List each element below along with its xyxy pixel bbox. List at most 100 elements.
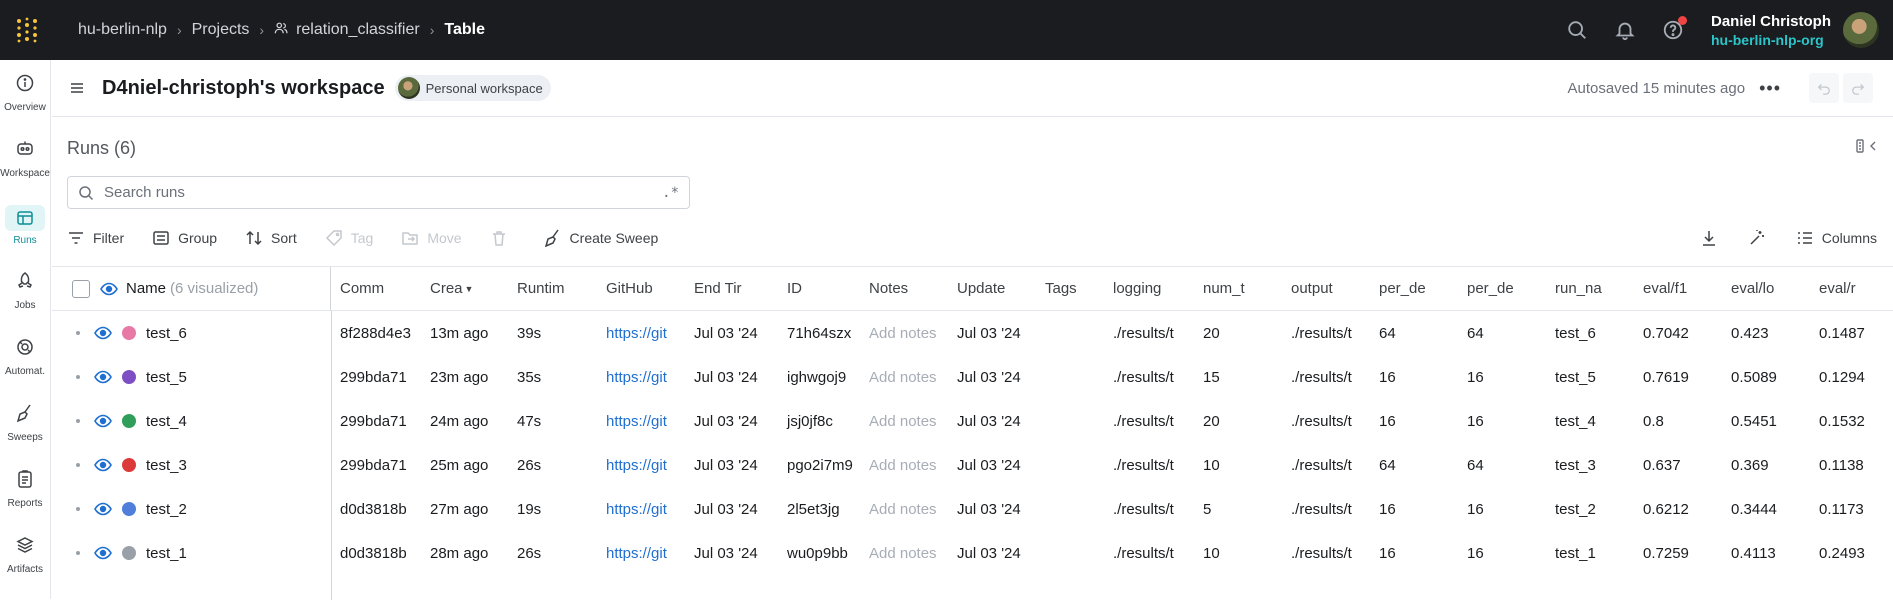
name-header-label[interactable]: Name (126, 280, 166, 297)
column-header[interactable]: eval/r (1810, 267, 1870, 310)
eye-icon[interactable] (100, 280, 118, 298)
search-icon[interactable] (1553, 6, 1601, 54)
redo-icon[interactable] (1843, 73, 1873, 103)
column-header[interactable]: Comm (331, 267, 421, 310)
table-cell[interactable]: https://git (597, 443, 685, 487)
nav-jobs[interactable]: Jobs (0, 258, 50, 324)
table-cell[interactable]: https://git (597, 487, 685, 531)
breadcrumb-entity[interactable]: hu-berlin-nlp (78, 21, 167, 39)
columns-button[interactable]: Columns (1796, 229, 1877, 247)
run-name-link[interactable]: test_6 (146, 325, 187, 342)
nav-sweeps[interactable]: Sweeps (0, 390, 50, 456)
row-handle[interactable] (76, 551, 80, 555)
row-handle[interactable] (76, 331, 80, 335)
run-color-swatch[interactable] (122, 502, 136, 516)
run-color-swatch[interactable] (122, 370, 136, 384)
row-handle[interactable] (76, 463, 80, 467)
column-header[interactable]: Runtim (508, 267, 597, 310)
eye-icon[interactable] (94, 544, 112, 562)
workspace-title[interactable]: D4niel-christoph's workspace (102, 77, 385, 100)
eye-icon[interactable] (94, 324, 112, 342)
table-cell[interactable]: Add notes (860, 355, 948, 399)
column-header[interactable]: per_de (1458, 267, 1546, 310)
hamburger-menu-icon[interactable] (52, 80, 102, 96)
table-row[interactable]: test_2 d0d3818b 27m ago 19s https://git Jul 0… (52, 487, 1893, 531)
table-cell[interactable]: Add notes (860, 311, 948, 355)
table-row[interactable]: test_5 299bda71 23m ago 35s https://git Jul 0… (52, 355, 1893, 399)
user-info[interactable]: Daniel Christoph hu-berlin-nlp-org (1711, 13, 1831, 48)
column-header[interactable]: End Tir (685, 267, 778, 310)
wandb-logo-icon[interactable] (0, 0, 54, 60)
bell-icon[interactable] (1601, 6, 1649, 54)
run-name-link[interactable]: test_4 (146, 413, 187, 430)
table-cell[interactable]: Add notes (860, 531, 948, 575)
delete-button[interactable] (490, 229, 516, 247)
eye-icon[interactable] (94, 412, 112, 430)
run-name-link[interactable]: test_5 (146, 369, 187, 386)
magic-wand-icon[interactable] (1748, 229, 1774, 247)
filter-button[interactable]: Filter (67, 229, 124, 247)
help-icon[interactable] (1649, 6, 1697, 54)
nav-workspace[interactable]: Workspace (0, 126, 50, 192)
row-handle[interactable] (76, 507, 80, 511)
table-row[interactable]: test_6 8f288d4e3 13m ago 39s https://git Jul … (52, 311, 1893, 355)
table-cell[interactable]: https://git (597, 399, 685, 443)
run-color-swatch[interactable] (122, 458, 136, 472)
column-header[interactable]: Update (948, 267, 1036, 310)
breadcrumb-projects[interactable]: Projects (192, 21, 250, 39)
run-name-link[interactable]: test_1 (146, 545, 187, 562)
table-cell[interactable]: https://git (597, 311, 685, 355)
column-header[interactable]: output (1282, 267, 1370, 310)
undo-icon[interactable] (1809, 73, 1839, 103)
nav-overview[interactable]: Overview (0, 60, 50, 126)
nav-runs[interactable]: Runs (0, 192, 50, 258)
column-header[interactable]: per_de (1370, 267, 1458, 310)
nav-reports[interactable]: Reports (0, 456, 50, 522)
more-options-icon[interactable]: ••• (1759, 78, 1781, 99)
avatar[interactable] (1843, 12, 1879, 48)
sort-button[interactable]: Sort (245, 229, 297, 247)
eye-icon[interactable] (94, 368, 112, 386)
search-runs[interactable]: .* (67, 176, 690, 209)
nav-automations[interactable]: Automat. (0, 324, 50, 390)
column-header[interactable]: Tags (1036, 267, 1104, 310)
table-cell[interactable]: Add notes (860, 443, 948, 487)
nav-artifacts[interactable]: Artifacts (0, 522, 50, 588)
eye-icon[interactable] (94, 500, 112, 518)
table-row[interactable]: test_3 299bda71 25m ago 26s https://git Jul 0… (52, 443, 1893, 487)
eye-icon[interactable] (94, 456, 112, 474)
column-header[interactable]: GitHub (597, 267, 685, 310)
table-row[interactable]: test_4 299bda71 24m ago 47s https://git Jul 0… (52, 399, 1893, 443)
move-button[interactable]: Move (401, 229, 462, 247)
row-handle[interactable] (76, 375, 80, 379)
column-header[interactable]: eval/f1 (1634, 267, 1722, 310)
regex-toggle[interactable]: .* (662, 185, 679, 201)
column-header[interactable]: logging (1104, 267, 1194, 310)
tag-button[interactable]: Tag (325, 229, 373, 247)
run-name-link[interactable]: test_3 (146, 457, 187, 474)
panel-collapse-icon[interactable] (1855, 138, 1879, 157)
table-cell[interactable]: https://git (597, 355, 685, 399)
table-cell[interactable]: Add notes (860, 487, 948, 531)
select-all-checkbox[interactable] (72, 279, 90, 298)
group-button[interactable]: Group (152, 229, 217, 247)
table-cell[interactable]: Add notes (860, 399, 948, 443)
column-header[interactable]: ID (778, 267, 860, 310)
column-header[interactable]: eval/lo (1722, 267, 1810, 310)
breadcrumb-project[interactable]: relation_classifier (296, 21, 420, 39)
table-row[interactable]: test_1 d0d3818b 28m ago 26s https://git Jul 0… (52, 531, 1893, 575)
run-color-swatch[interactable] (122, 546, 136, 560)
search-input[interactable] (104, 184, 663, 201)
workspace-badge[interactable]: Personal workspace (394, 75, 551, 101)
download-icon[interactable] (1700, 229, 1726, 247)
run-name-link[interactable]: test_2 (146, 501, 187, 518)
column-header[interactable]: Notes (860, 267, 948, 310)
column-header[interactable]: Crea ▼ (421, 267, 508, 310)
run-color-swatch[interactable] (122, 326, 136, 340)
column-header[interactable]: num_t (1194, 267, 1282, 310)
run-color-swatch[interactable] (122, 414, 136, 428)
table-cell[interactable]: https://git (597, 531, 685, 575)
create-sweep-button[interactable]: Create Sweep (544, 229, 658, 247)
column-header[interactable]: run_na (1546, 267, 1634, 310)
row-handle[interactable] (76, 419, 80, 423)
